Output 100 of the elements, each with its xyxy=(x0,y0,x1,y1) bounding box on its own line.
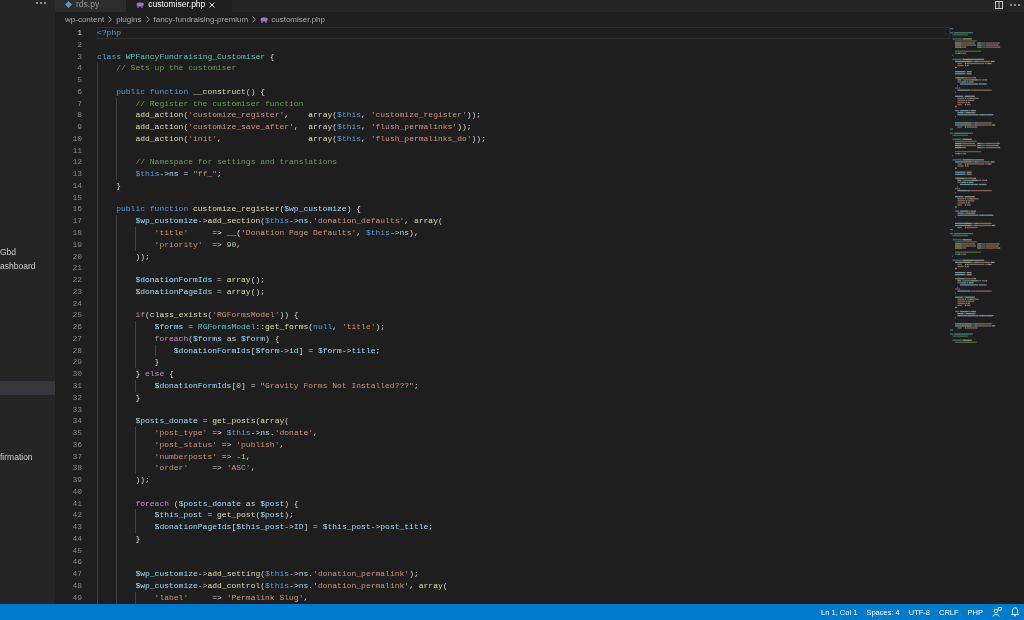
line-number: 1 xyxy=(77,28,82,37)
python-file-icon xyxy=(65,1,72,8)
line-number: 19 xyxy=(72,239,82,249)
line-number: 47 xyxy=(72,569,82,579)
line-number: 27 xyxy=(72,333,82,343)
line-number: 36 xyxy=(72,439,82,449)
code-line: )); xyxy=(135,475,150,485)
code-line: $this->ns = "ff_"; xyxy=(135,169,222,179)
line-number: 8 xyxy=(77,110,82,120)
code-line: 'numberposts' => -1, xyxy=(154,451,251,461)
code-line: // Namespace for settings and translations xyxy=(135,157,338,167)
code-line: 'order' => 'ASC', xyxy=(154,463,256,473)
code-line: 'post_status' => 'publish', xyxy=(154,439,285,449)
editor-tab[interactable]: customiser.php xyxy=(126,0,233,12)
line-number: 17 xyxy=(72,216,82,226)
line-number: 38 xyxy=(72,463,82,473)
code-line: if(class_exists('RGFormsModel')) { xyxy=(135,310,299,320)
chevron-icon xyxy=(108,16,113,23)
line-number: 25 xyxy=(72,310,82,320)
breadcrumb-item[interactable]: plugins xyxy=(116,15,142,24)
code-line: } xyxy=(154,357,160,367)
line-number: 46 xyxy=(72,557,82,567)
code-line: $donationPageIds = array(); xyxy=(135,286,266,296)
code-line: <?php xyxy=(97,28,121,37)
breadcrumb-item[interactable]: customiser.php xyxy=(260,15,325,24)
line-number: 49 xyxy=(72,592,82,602)
line-number: 34 xyxy=(72,416,82,426)
line-number: 2 xyxy=(77,39,82,49)
line-number: 48 xyxy=(72,581,82,590)
code-line: $donationFormIds[0] = "Gravity Forms Not Installed???"; xyxy=(154,380,419,390)
line-number: 7 xyxy=(77,98,82,108)
line-number: 31 xyxy=(72,380,82,390)
line-number: 42 xyxy=(72,510,82,520)
code-line: class WPFancyFundraising_Customiser { xyxy=(97,51,275,61)
code-line: $wp_customize->add_setting($this->ns.'donation_permalink'); xyxy=(135,569,419,579)
more-icon[interactable] xyxy=(1010,3,1020,6)
line-number: 14 xyxy=(72,180,82,190)
code-line: $forms = RGFormsModel::get_forms(null, 'title'); xyxy=(154,322,386,332)
code-line: public function __construct() { xyxy=(116,86,266,96)
line-number: 21 xyxy=(72,263,82,273)
code-line: public function customize_register($wp_customize) { xyxy=(116,204,362,214)
line-number: 4 xyxy=(77,63,82,73)
code-line: // Sets up the customiser xyxy=(116,63,237,73)
line-number: 18 xyxy=(72,228,82,237)
breadcrumb-item[interactable]: fancy-fundraising-premium xyxy=(153,15,249,24)
editor-tab[interactable]: rds.py xyxy=(55,0,127,12)
line-number: 9 xyxy=(77,122,82,132)
line-number: 15 xyxy=(72,192,82,202)
code-line: $wp_customize->add_section($this->ns.'donation_defaults', array( xyxy=(135,216,443,226)
php-file-icon xyxy=(136,1,145,8)
line-number: 23 xyxy=(72,286,82,296)
line-number: 10 xyxy=(72,133,82,143)
line-number: 39 xyxy=(72,475,82,485)
code-line: add_action('customize_save_after', array($this, 'flush_permalinks')); xyxy=(135,122,472,132)
line-number: 6 xyxy=(77,86,82,96)
line-number: 43 xyxy=(72,522,82,532)
line-number: 11 xyxy=(72,145,82,155)
line-number: 13 xyxy=(72,169,82,179)
code-line: $this_post = get_post($post); xyxy=(154,510,294,520)
line-number: 33 xyxy=(72,404,82,414)
chevron-icon xyxy=(145,16,150,23)
line-number: 32 xyxy=(72,392,82,402)
code-line: add_action('init', array($this, 'flush_permalinks_do')); xyxy=(135,133,486,143)
close-icon[interactable] xyxy=(209,1,216,8)
code-line: 'label' => 'Permalink Slug', xyxy=(154,592,309,602)
code-line: )); xyxy=(135,251,150,261)
code-line: 'post_type' => $this->ns.'donate', xyxy=(154,428,318,438)
code-line: $wp_customize->add_control($this->ns.'donation_permalink', array( xyxy=(135,581,448,590)
code-line: $donationFormIds[$form->id] = $form->title; xyxy=(173,345,381,355)
split-editor-icon[interactable] xyxy=(995,0,1003,9)
line-number: 29 xyxy=(72,357,82,367)
sidebar-item[interactable]: ashboard xyxy=(0,259,55,273)
bell-icon[interactable] xyxy=(1011,607,1019,617)
line-number: 44 xyxy=(72,533,82,543)
line-number: 20 xyxy=(72,251,82,261)
chevron-icon xyxy=(252,16,257,23)
php-file-icon xyxy=(260,16,269,23)
code-line: $donationFormIds = array(); xyxy=(135,275,266,285)
sidebar-item[interactable]: firmation xyxy=(0,450,55,464)
line-number: 35 xyxy=(72,428,82,438)
line-number: 26 xyxy=(72,322,82,332)
breadcrumb-item[interactable]: wp-content xyxy=(65,15,105,24)
line-number: 41 xyxy=(72,498,82,508)
code-line: } else { xyxy=(135,369,174,379)
line-number: 24 xyxy=(72,298,82,308)
line-number: 28 xyxy=(72,345,82,355)
feedback-icon[interactable] xyxy=(992,607,1002,617)
code-line: } xyxy=(116,180,121,190)
code-line: $posts_donate = get_posts(array( xyxy=(135,416,290,426)
code-line: foreach ($posts_donate as $post) { xyxy=(135,498,299,508)
line-number: 16 xyxy=(72,204,82,214)
line-number: 22 xyxy=(72,275,82,285)
code-line: $donationPageIds[$this_post->ID] = $this_post->post_title; xyxy=(154,522,434,532)
line-number: 5 xyxy=(77,75,82,85)
line-number: 3 xyxy=(77,51,82,61)
line-number: 12 xyxy=(72,157,82,167)
line-number: 40 xyxy=(72,486,82,496)
code-line: foreach($forms as $form) { xyxy=(154,333,280,343)
line-number: 30 xyxy=(72,369,82,379)
sidebar-item[interactable]: Gbd xyxy=(0,245,55,259)
